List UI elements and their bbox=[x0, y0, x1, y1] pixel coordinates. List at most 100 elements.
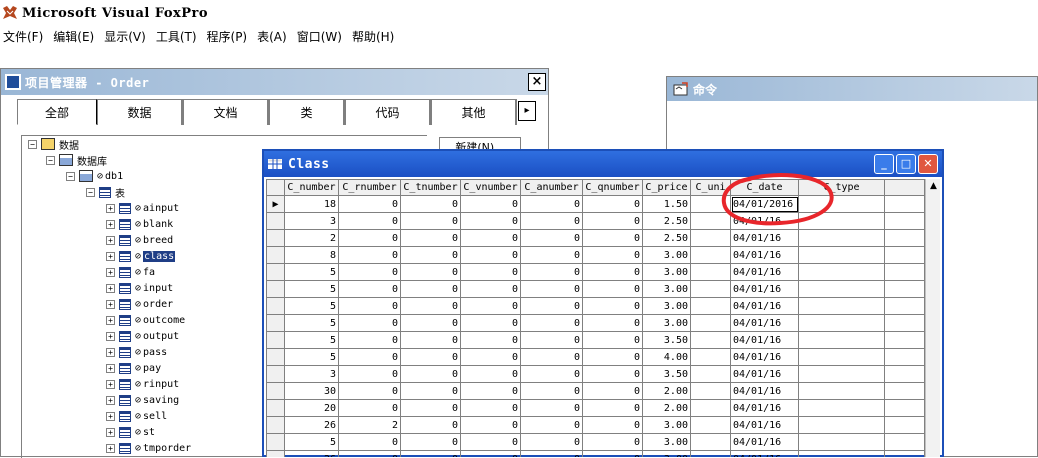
table-cell[interactable] bbox=[690, 195, 731, 213]
row-marker[interactable] bbox=[266, 246, 285, 264]
table-cell[interactable]: 20 bbox=[284, 399, 339, 417]
table-cell[interactable] bbox=[798, 382, 885, 400]
table-cell[interactable] bbox=[690, 382, 731, 400]
table-cell[interactable]: 0 bbox=[460, 382, 521, 400]
table-cell[interactable]: 5 bbox=[284, 433, 339, 451]
table-cell[interactable]: 04/01/16 bbox=[730, 331, 799, 349]
table-cell[interactable] bbox=[798, 280, 885, 298]
table-cell[interactable]: 04/01/16 bbox=[730, 433, 799, 451]
table-cell[interactable]: 0 bbox=[582, 416, 643, 434]
table-cell[interactable]: 0 bbox=[460, 331, 521, 349]
table-cell[interactable] bbox=[798, 450, 885, 457]
tab[interactable]: 数据 bbox=[97, 99, 183, 125]
row-marker[interactable] bbox=[266, 331, 285, 349]
table-cell[interactable]: 3 bbox=[284, 365, 339, 383]
tab[interactable]: 文档 bbox=[183, 99, 269, 125]
menu-item[interactable]: 表(A) bbox=[254, 28, 294, 45]
expand-icon[interactable]: + bbox=[106, 203, 115, 213]
table-cell[interactable] bbox=[690, 331, 731, 349]
table-cell[interactable] bbox=[798, 195, 885, 213]
row-marker[interactable] bbox=[266, 348, 285, 366]
project-manager-title-bar[interactable]: 项目管理器 - Order × bbox=[1, 69, 548, 95]
table-cell[interactable]: 0 bbox=[338, 331, 401, 349]
table-cell[interactable]: 0 bbox=[460, 280, 521, 298]
table-cell[interactable]: 0 bbox=[582, 229, 643, 247]
table-cell[interactable]: 0 bbox=[582, 280, 643, 298]
tree-item[interactable]: + ⊘ ainput bbox=[106, 200, 179, 216]
table-cell[interactable] bbox=[690, 433, 731, 451]
menu-item[interactable]: 文件(F) bbox=[0, 28, 50, 45]
table-cell[interactable] bbox=[798, 331, 885, 349]
table-cell[interactable]: 0 bbox=[400, 246, 461, 264]
tree-item[interactable]: + ⊘ blank bbox=[106, 216, 173, 232]
table-cell[interactable] bbox=[690, 229, 731, 247]
table-cell[interactable]: 0 bbox=[520, 212, 583, 230]
table-row[interactable]: 2 0 0 0 0 0 2.50 04/01/16 bbox=[266, 229, 925, 247]
table-cell[interactable]: 0 bbox=[460, 399, 521, 417]
table-cell[interactable]: 3.00 bbox=[642, 450, 691, 457]
table-cell[interactable]: 0 bbox=[520, 450, 583, 457]
table-cell[interactable] bbox=[798, 433, 885, 451]
table-cell[interactable]: 5 bbox=[284, 263, 339, 281]
maximize-icon[interactable]: □ bbox=[896, 154, 916, 174]
tab[interactable]: 类 bbox=[269, 99, 345, 125]
table-row[interactable]: 26 2 0 0 0 0 3.00 04/01/16 bbox=[266, 416, 925, 434]
table-row[interactable]: ▶ 18 0 0 0 0 0 1.50 04/01/2016 bbox=[266, 195, 925, 213]
table-cell[interactable] bbox=[690, 246, 731, 264]
table-cell[interactable]: 8 bbox=[284, 246, 339, 264]
table-cell[interactable]: 0 bbox=[338, 314, 401, 332]
table-cell[interactable] bbox=[798, 246, 885, 264]
command-title-bar[interactable]: 命令 bbox=[667, 77, 1037, 101]
table-cell[interactable] bbox=[690, 280, 731, 298]
collapse-icon[interactable]: − bbox=[86, 187, 95, 197]
menu-item[interactable]: 工具(T) bbox=[153, 28, 204, 45]
vertical-scrollbar[interactable]: ▲ bbox=[925, 179, 940, 457]
table-cell[interactable]: 04/01/16 bbox=[730, 263, 799, 281]
table-cell[interactable]: 0 bbox=[520, 246, 583, 264]
row-marker[interactable] bbox=[266, 365, 285, 383]
table-cell[interactable]: 3.00 bbox=[642, 263, 691, 281]
row-marker[interactable] bbox=[266, 416, 285, 434]
table-cell[interactable] bbox=[690, 297, 731, 315]
table-cell[interactable]: 0 bbox=[400, 399, 461, 417]
row-marker[interactable] bbox=[266, 399, 285, 417]
table-cell[interactable]: 04/01/16 bbox=[730, 297, 799, 315]
collapse-icon[interactable]: − bbox=[66, 171, 75, 181]
table-row[interactable]: 3 0 0 0 0 0 3.50 04/01/16 bbox=[266, 365, 925, 383]
table-cell[interactable]: 0 bbox=[582, 314, 643, 332]
table-cell[interactable]: 5 bbox=[284, 297, 339, 315]
table-cell[interactable]: 5 bbox=[284, 331, 339, 349]
table-cell[interactable]: 0 bbox=[520, 195, 583, 213]
column-header[interactable]: C_vnumber bbox=[460, 179, 521, 196]
table-cell[interactable] bbox=[690, 416, 731, 434]
tree-item[interactable]: + ⊘ class bbox=[106, 248, 176, 264]
tree-item[interactable]: + ⊘ pay bbox=[106, 360, 161, 376]
table-cell[interactable]: 0 bbox=[582, 348, 643, 366]
collapse-icon[interactable]: − bbox=[28, 139, 37, 149]
table-cell[interactable]: 0 bbox=[338, 365, 401, 383]
table-cell[interactable]: 0 bbox=[582, 297, 643, 315]
tree-item[interactable]: + ⊘ output bbox=[106, 328, 179, 344]
menu-item[interactable]: 编辑(E) bbox=[50, 28, 101, 45]
table-cell[interactable] bbox=[798, 297, 885, 315]
table-cell[interactable]: 0 bbox=[582, 263, 643, 281]
tree-item[interactable]: + ⊘ breed bbox=[106, 232, 173, 248]
table-cell[interactable]: 04/01/16 bbox=[730, 280, 799, 298]
table-row[interactable]: 8 0 0 0 0 0 3.00 04/01/16 bbox=[266, 246, 925, 264]
table-cell[interactable]: 0 bbox=[460, 297, 521, 315]
menu-item[interactable]: 显示(V) bbox=[101, 28, 153, 45]
table-cell[interactable]: 3.00 bbox=[642, 297, 691, 315]
column-header[interactable]: C_price bbox=[642, 179, 691, 196]
table-cell[interactable]: 0 bbox=[520, 399, 583, 417]
table-row[interactable]: 5 0 0 0 0 0 3.50 04/01/16 bbox=[266, 331, 925, 349]
table-cell[interactable] bbox=[690, 263, 731, 281]
row-marker[interactable] bbox=[266, 297, 285, 315]
table-cell[interactable]: 0 bbox=[400, 348, 461, 366]
table-cell[interactable] bbox=[798, 348, 885, 366]
table-cell[interactable]: 0 bbox=[520, 314, 583, 332]
table-cell[interactable]: 26 bbox=[284, 450, 339, 457]
table-cell[interactable]: 3 bbox=[284, 212, 339, 230]
row-marker[interactable] bbox=[266, 229, 285, 247]
table-cell[interactable]: 0 bbox=[460, 246, 521, 264]
table-cell[interactable]: 0 bbox=[582, 382, 643, 400]
